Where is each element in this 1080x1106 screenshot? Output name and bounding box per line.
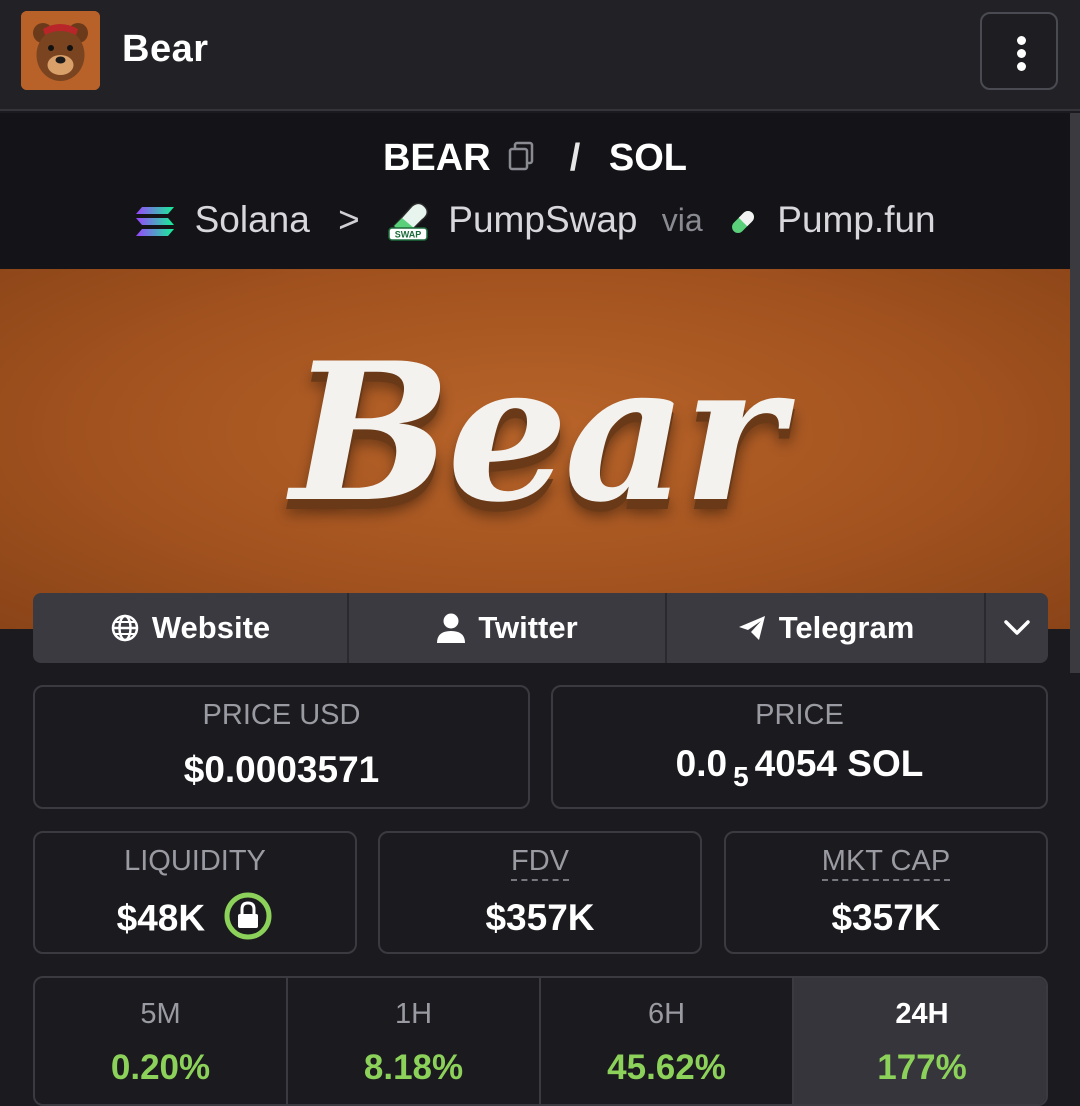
tab-24h[interactable]: 24H 177% <box>794 978 1046 1104</box>
route-breadcrumb: Solana > SWAP PumpSwap via Pump.fun <box>0 197 1070 242</box>
token-banner: Bear <box>0 269 1070 629</box>
social-links-bar: Website Twitter Telegram <box>33 593 1048 663</box>
telegram-label: Telegram <box>778 610 915 645</box>
pair-title: BEAR / SOL <box>0 137 1070 181</box>
tab-period: 24H <box>895 998 949 1030</box>
pumpswap-icon: SWAP <box>388 198 448 242</box>
pair-header: BEAR / SOL Solana > SWAP PumpSwap via Pu… <box>0 113 1070 269</box>
price-native-card: PRICE 0.0 5 4054 SOL <box>551 685 1048 809</box>
tab-period: 1H <box>394 998 433 1030</box>
copy-icon[interactable] <box>507 138 535 181</box>
twitter-label: Twitter <box>478 610 578 645</box>
bear-avatar-icon[interactable] <box>21 11 100 90</box>
fdv-value: $357K <box>485 897 595 938</box>
via-label: via <box>661 201 703 238</box>
solana-icon <box>134 199 194 240</box>
quote-symbol: SOL <box>608 137 688 179</box>
tab-6h[interactable]: 6H 45.62% <box>541 978 794 1104</box>
mktcap-label-wrap: MKT CAP <box>726 845 1046 881</box>
tab-1h[interactable]: 1H 8.18% <box>288 978 541 1104</box>
website-button[interactable]: Website <box>33 593 349 663</box>
expand-links-button[interactable] <box>986 593 1048 663</box>
website-label: Website <box>151 610 271 645</box>
dex-link[interactable]: PumpSwap <box>448 199 637 240</box>
pumpfun-icon <box>727 199 777 240</box>
vertical-dots-icon-bottom <box>1017 62 1026 71</box>
paper-plane-icon <box>738 616 765 640</box>
tab-period: 6H <box>647 998 686 1030</box>
price-native-rest: 4054 SOL <box>754 743 924 784</box>
more-options-button[interactable] <box>980 12 1058 90</box>
liquidity-value-row: $48K <box>35 891 355 950</box>
chevron-down-icon <box>1004 620 1030 635</box>
scrollbar[interactable] <box>1070 113 1080 673</box>
pair-separator: / <box>569 137 581 179</box>
price-native-zero-count: 5 <box>733 761 749 792</box>
tab-change-value: 0.20% <box>110 1048 211 1087</box>
token-name: Bear <box>122 28 209 70</box>
price-usd-value: $0.0003571 <box>183 749 380 790</box>
fdv-label-wrap: FDV <box>380 845 700 881</box>
chevron-right-icon: > <box>338 199 360 241</box>
price-usd-card: PRICE USD $0.0003571 <box>33 685 530 809</box>
liquidity-label: LIQUIDITY <box>124 845 266 877</box>
fdv-label[interactable]: FDV <box>511 845 569 881</box>
price-native-prefix: 0.0 <box>675 743 728 784</box>
tab-change-value: 45.62% <box>607 1048 726 1087</box>
globe-icon <box>111 614 139 642</box>
tab-change-value: 8.18% <box>363 1048 464 1087</box>
liquidity-lock-icon[interactable] <box>223 891 273 950</box>
twitter-button[interactable]: Twitter <box>349 593 667 663</box>
tab-period: 5M <box>140 998 181 1030</box>
user-icon <box>437 613 466 643</box>
base-symbol: BEAR <box>382 137 491 179</box>
mktcap-value: $357K <box>831 897 941 938</box>
banner-wordmark: Bear <box>290 321 784 544</box>
mktcap-label[interactable]: MKT CAP <box>821 845 951 881</box>
price-change-tabs: 5M 0.20% 1H 8.18% 6H 45.62% 24H 177% <box>33 976 1048 1106</box>
liquidity-value: $48K <box>116 897 206 939</box>
chain-link[interactable]: Solana <box>195 199 310 240</box>
swap-badge-text: SWAP <box>395 230 422 240</box>
tab-change-value: 177% <box>877 1048 967 1087</box>
launchpad-link[interactable]: Pump.fun <box>777 199 935 240</box>
vertical-dots-icon-mid <box>1017 49 1026 58</box>
vertical-dots-icon <box>1017 36 1026 45</box>
price-native-label: PRICE <box>755 699 844 731</box>
price-native-value: 0.0 5 4054 SOL <box>553 743 1046 793</box>
telegram-button[interactable]: Telegram <box>667 593 986 663</box>
liquidity-card: LIQUIDITY $48K <box>33 831 357 954</box>
fdv-card: FDV $357K <box>378 831 702 954</box>
market-cap-card: MKT CAP $357K <box>724 831 1048 954</box>
price-usd-label: PRICE USD <box>202 699 361 731</box>
top-bar: Bear <box>0 0 1080 111</box>
tab-5m[interactable]: 5M 0.20% <box>35 978 288 1104</box>
